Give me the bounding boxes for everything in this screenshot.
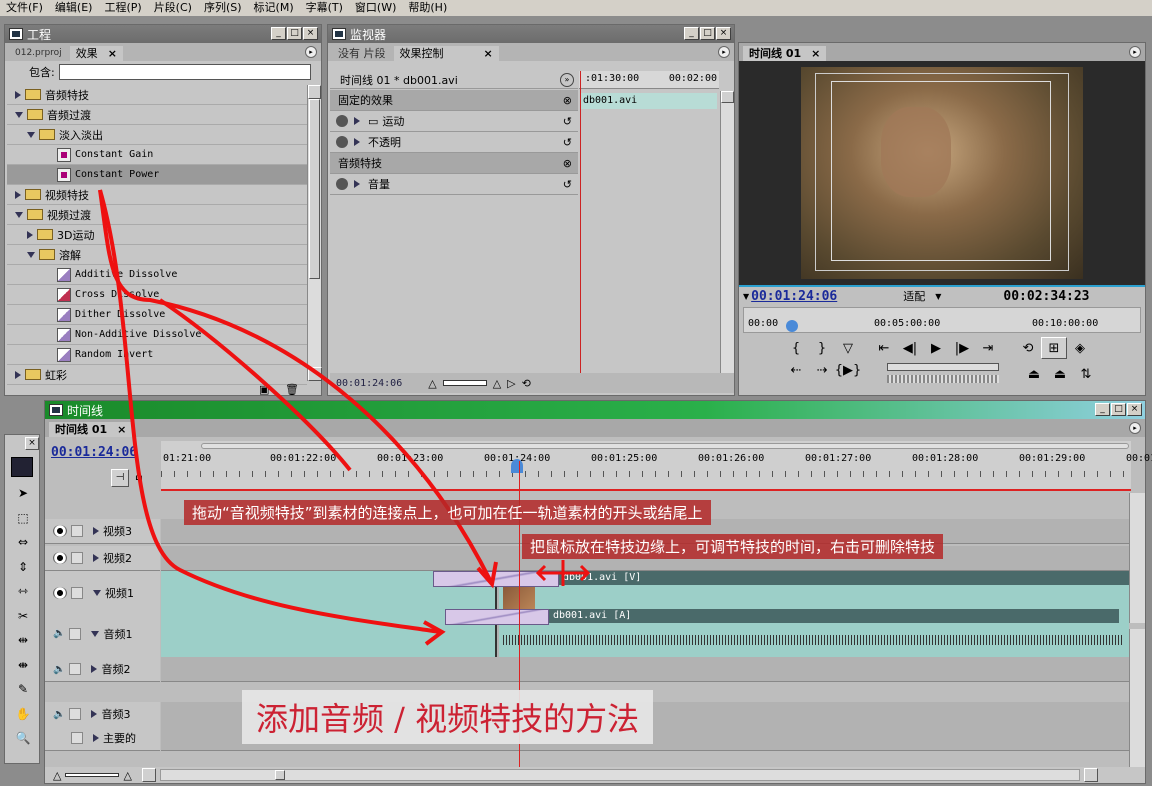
annotation-arrows <box>98 189 591 646</box>
tip-drag-effects: 拖动“音视频特技”到素材的连接点上，也可加在任一轨道素材的开头或结尾上 <box>184 500 711 525</box>
caption-method: 添加音频 / 视频特技的方法 <box>242 690 654 744</box>
arrow-path-cross <box>158 298 352 472</box>
tip-adjust-duration: 把鼠标放在特技边缘上，可调节特技的时间，右击可删除特技 <box>522 534 944 559</box>
arrow-path-audio <box>98 189 441 634</box>
resize-arrow <box>535 560 591 586</box>
arrowhead-audio <box>423 620 446 646</box>
